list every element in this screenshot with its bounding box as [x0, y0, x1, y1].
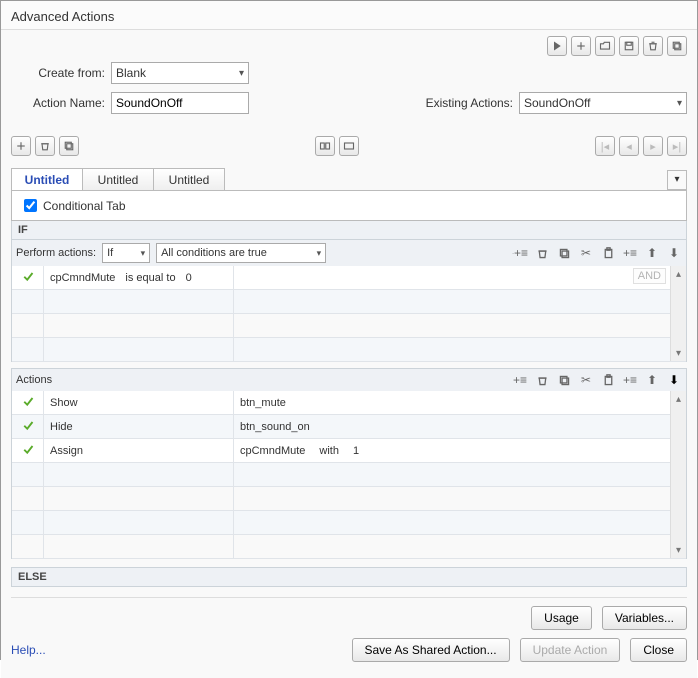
conditional-tab-label: Conditional Tab	[43, 199, 126, 213]
check-icon	[22, 270, 34, 285]
action-name-label: Action Name:	[11, 96, 111, 110]
cond-val: 0	[186, 272, 192, 284]
act-paste-icon[interactable]	[600, 372, 616, 388]
action-target: btn_mute	[240, 397, 286, 409]
action-type: Assign	[50, 445, 83, 457]
cond-trash-icon[interactable]	[534, 245, 550, 261]
action-target: cpCmndMute	[240, 445, 305, 457]
action-target: btn_sound_on	[240, 421, 310, 433]
group-expand-icon[interactable]	[339, 136, 359, 156]
cond-insert-icon[interactable]: +≡	[622, 245, 638, 261]
action-row-empty[interactable]	[12, 511, 686, 535]
trash-icon[interactable]	[643, 36, 663, 56]
perform-if-select[interactable]: If	[102, 243, 150, 263]
scrollbar[interactable]: ▴▾	[670, 391, 686, 558]
save-shared-button[interactable]: Save As Shared Action...	[352, 638, 510, 662]
act-movedown-icon[interactable]: ⬇	[666, 372, 682, 388]
cond-movedown-icon[interactable]: ⬇	[666, 245, 682, 261]
cond-moveup-icon[interactable]: ⬆	[644, 245, 660, 261]
tab-0[interactable]: Untitled	[11, 168, 83, 191]
act-trash-icon[interactable]	[534, 372, 550, 388]
cond-paste-icon[interactable]	[600, 245, 616, 261]
group-collapse-icon[interactable]	[315, 136, 335, 156]
act-copy-icon[interactable]	[556, 372, 572, 388]
window-title: Advanced Actions	[1, 1, 697, 30]
actions-label: Actions	[16, 374, 52, 386]
action-type: Show	[50, 397, 78, 409]
close-button[interactable]: Close	[630, 638, 687, 662]
action-extra: 1	[353, 445, 359, 457]
first-icon[interactable]: |◂	[595, 136, 615, 156]
condition-row[interactable]: cpCmndMute is equal to 0 AND	[12, 266, 686, 290]
tab-1[interactable]: Untitled	[82, 168, 154, 191]
act-insert-icon[interactable]: +≡	[622, 372, 638, 388]
variables-button[interactable]: Variables...	[602, 606, 687, 630]
else-header: ELSE	[11, 567, 687, 587]
scrollbar[interactable]: ▴▾	[670, 266, 686, 361]
if-header: IF	[11, 221, 687, 240]
action-row-empty[interactable]	[12, 487, 686, 511]
create-from-value: Blank	[116, 66, 146, 80]
usage-button[interactable]: Usage	[531, 606, 592, 630]
check-icon	[22, 419, 34, 434]
action-row-empty[interactable]	[12, 535, 686, 559]
next-icon[interactable]: ▸	[643, 136, 663, 156]
copy-icon[interactable]	[667, 36, 687, 56]
cond-cut-icon[interactable]: ✂	[578, 245, 594, 261]
action-row[interactable]: Show btn_mute	[12, 391, 686, 415]
cond-add-icon[interactable]: +≡	[512, 245, 528, 261]
help-link[interactable]: Help...	[11, 643, 46, 657]
action-name-input[interactable]	[111, 92, 249, 114]
cond-copy-icon[interactable]	[556, 245, 572, 261]
check-icon	[22, 395, 34, 410]
delete-button[interactable]	[35, 136, 55, 156]
create-from-label: Create from:	[11, 66, 111, 80]
perform-actions-label: Perform actions:	[16, 247, 96, 259]
condition-row-empty[interactable]	[12, 338, 686, 362]
act-moveup-icon[interactable]: ⬆	[644, 372, 660, 388]
tab-2[interactable]: Untitled	[153, 168, 225, 191]
check-icon	[22, 443, 34, 458]
cond-op: is equal to	[125, 272, 175, 284]
create-from-select[interactable]: Blank	[111, 62, 249, 84]
prev-icon[interactable]: ◂	[619, 136, 639, 156]
action-row[interactable]: Assign cpCmndMute with 1	[12, 439, 686, 463]
play-icon[interactable]	[547, 36, 567, 56]
condition-row-empty[interactable]	[12, 314, 686, 338]
action-type: Hide	[50, 421, 73, 433]
act-cut-icon[interactable]: ✂	[578, 372, 594, 388]
tabs-overflow-icon[interactable]: ▾	[667, 170, 687, 190]
and-label: AND	[633, 268, 666, 284]
duplicate-button[interactable]	[59, 136, 79, 156]
condition-row-empty[interactable]	[12, 290, 686, 314]
action-with: with	[319, 445, 339, 457]
action-row-empty[interactable]	[12, 463, 686, 487]
act-add-icon[interactable]: +≡	[512, 372, 528, 388]
perform-conditions-select[interactable]: All conditions are true	[156, 243, 326, 263]
action-row[interactable]: Hide btn_sound_on	[12, 415, 686, 439]
folder-open-icon[interactable]	[595, 36, 615, 56]
plus-icon[interactable]	[571, 36, 591, 56]
conditional-tab-checkbox[interactable]	[24, 199, 37, 212]
last-icon[interactable]: ▸|	[667, 136, 687, 156]
update-action-button: Update Action	[520, 638, 621, 662]
folder-save-icon[interactable]	[619, 36, 639, 56]
cond-var: cpCmndMute	[50, 272, 115, 284]
add-button[interactable]	[11, 136, 31, 156]
